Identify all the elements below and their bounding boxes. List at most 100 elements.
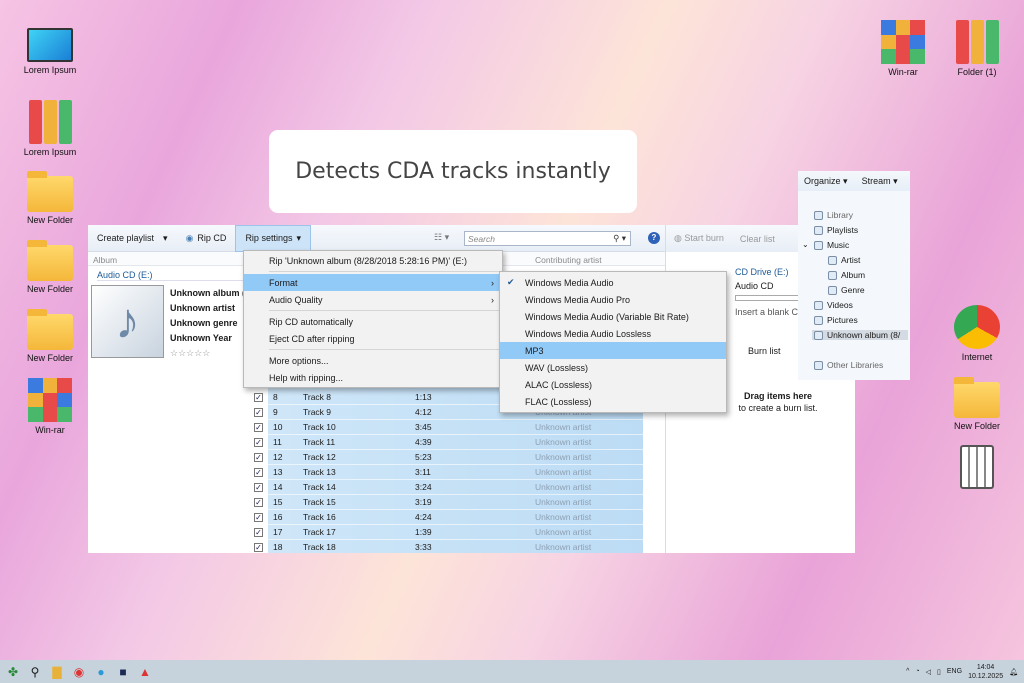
desktop-icon[interactable]: New Folder <box>15 237 85 294</box>
help-icon[interactable]: ? <box>648 232 660 244</box>
search-icon[interactable]: ⚲ <box>24 661 46 683</box>
track-title: Track 11 <box>303 437 336 447</box>
telegram-icon[interactable]: ● <box>90 661 112 683</box>
format-menu-item[interactable]: Windows Media Audio Pro <box>500 291 726 308</box>
nav-item[interactable]: Unknown album (8/ <box>812 330 908 340</box>
network-icon[interactable]: ◔ <box>915 668 919 675</box>
rip-settings-button[interactable]: Rip settings ▾ <box>235 225 311 252</box>
track-number: 17 <box>273 527 283 537</box>
track-checkbox[interactable]: ✓ <box>254 453 263 462</box>
rip-cd-button[interactable]: ◉ Rip CD <box>177 225 236 252</box>
format-menu-item[interactable]: Windows Media Audio Lossless <box>500 325 726 342</box>
table-row[interactable]: ✓ 17 Track 17 1:39 Unknown artist <box>248 525 643 540</box>
desktop-icon[interactable] <box>942 445 1012 492</box>
nav-item[interactable]: Playlists <box>814 225 858 235</box>
file-explorer-icon[interactable]: ▇ <box>46 661 68 683</box>
column-album[interactable]: Album <box>93 255 117 265</box>
burn-drop-zone[interactable]: Drag items here to create a burn list. <box>718 390 838 414</box>
track-checkbox[interactable]: ✓ <box>254 513 263 522</box>
organize-button[interactable]: Organize ▾ <box>804 176 848 187</box>
menu-separator <box>269 271 500 272</box>
track-title: Track 16 <box>303 512 336 522</box>
desktop-icon[interactable]: Lorem Ipsum <box>15 28 85 75</box>
track-checkbox[interactable]: ✓ <box>254 438 263 447</box>
format-menu-item[interactable]: ALAC (Lossless) <box>500 376 726 393</box>
desktop-icon[interactable]: New Folder <box>15 306 85 363</box>
track-checkbox[interactable]: ✓ <box>254 408 263 417</box>
table-row[interactable]: ✓ 16 Track 16 4:24 Unknown artist <box>248 510 643 525</box>
desktop-icon[interactable]: Win-rar <box>15 378 85 435</box>
nav-item[interactable]: Pictures <box>814 315 858 325</box>
track-checkbox[interactable]: ✓ <box>254 468 263 477</box>
photoshop-icon[interactable]: ■ <box>112 661 134 683</box>
nav-item[interactable]: Music <box>814 240 849 250</box>
track-checkbox[interactable]: ✓ <box>254 393 263 402</box>
table-row[interactable]: ✓ 15 Track 15 3:19 Unknown artist <box>248 495 643 510</box>
rip-menu-item[interactable]: Rip CD automatically <box>244 313 502 330</box>
desktop-icon[interactable]: New Folder <box>15 168 85 225</box>
track-checkbox[interactable]: ✓ <box>254 528 263 537</box>
chrome-icon[interactable]: ◉ <box>68 661 90 683</box>
desktop-icon[interactable]: Folder (1) <box>942 20 1012 77</box>
folder-icon <box>27 171 73 212</box>
search-input[interactable]: Search ⚲ ▾ <box>464 231 631 246</box>
desktop-icon[interactable]: Win-rar <box>868 20 938 77</box>
nav-item[interactable]: Library <box>814 210 853 220</box>
track-checkbox[interactable]: ✓ <box>254 543 263 552</box>
track-checkbox[interactable]: ✓ <box>254 498 263 507</box>
table-row[interactable]: ✓ 14 Track 14 3:24 Unknown artist <box>248 480 643 495</box>
battery-icon[interactable]: ▯ <box>937 668 941 676</box>
table-row[interactable]: ✓ 12 Track 12 5:23 Unknown artist <box>248 450 643 465</box>
stream-button[interactable]: Stream ▾ <box>862 176 898 187</box>
format-menu-item[interactable]: WAV (Lossless) <box>500 359 726 376</box>
table-row[interactable]: ✓ 10 Track 10 3:45 Unknown artist <box>248 420 643 435</box>
date: 10.12.2025 <box>968 672 1004 680</box>
rip-menu-item[interactable]: Eject CD after ripping <box>244 330 502 347</box>
format-menu-item[interactable]: FLAC (Lossless) <box>500 393 726 410</box>
nav-item[interactable]: Genre <box>828 285 865 295</box>
table-row[interactable]: ✓ 18 Track 18 3:33 Unknown artist <box>248 540 643 553</box>
rip-menu-item[interactable]: Audio Quality › <box>244 291 502 308</box>
track-checkbox[interactable]: ✓ <box>254 483 263 492</box>
nav-item[interactable]: Album <box>828 270 865 280</box>
nav-item[interactable]: Videos <box>814 300 853 310</box>
track-title: Track 9 <box>303 407 332 417</box>
search-icon[interactable]: ⚲ ▾ <box>613 233 626 244</box>
album-info: Unknown album ( Unknown artist Unknown g… <box>170 286 245 361</box>
track-checkbox[interactable]: ✓ <box>254 423 263 432</box>
speaker-icon[interactable]: ◁ <box>926 668 931 676</box>
album-art-music-note-icon: ♪ <box>91 285 164 358</box>
rip-menu-item[interactable]: Help with ripping... <box>244 369 502 386</box>
rip-menu-item[interactable]: Rip 'Unknown album (8/28/2018 5:28:16 PM… <box>244 252 502 269</box>
notification-bell-icon[interactable]: 🔔︎ <box>1009 668 1018 676</box>
chevron-down-icon: ▾ <box>296 232 301 243</box>
tray-chevron-icon[interactable]: ^ <box>906 668 909 675</box>
track-length: 3:45 <box>415 422 432 432</box>
format-menu-item[interactable]: ✔ Windows Media Audio <box>500 274 726 291</box>
start-icon[interactable]: ✤ <box>2 661 24 683</box>
create-playlist-button[interactable]: Create playlist ▾ <box>88 225 177 252</box>
app-icon[interactable]: ▲ <box>134 661 156 683</box>
language-indicator[interactable]: ENG <box>947 668 962 675</box>
rip-menu-item[interactable]: Format › <box>244 274 502 291</box>
expand-chevron-icon[interactable]: ⌄ <box>802 240 809 249</box>
format-menu-item[interactable]: Windows Media Audio (Variable Bit Rate) <box>500 308 726 325</box>
desktop-icon[interactable]: New Folder <box>942 374 1012 431</box>
rating-stars[interactable]: ☆☆☆☆☆ <box>170 346 245 361</box>
clear-list-button[interactable]: Clear list <box>740 234 775 244</box>
nav-item[interactable]: Other Libraries <box>814 360 883 370</box>
format-menu-item[interactable]: MP3 <box>500 342 726 359</box>
desktop-icon-label: Lorem Ipsum <box>23 147 77 157</box>
desktop-icon[interactable]: Internet <box>942 305 1012 362</box>
rip-menu-item[interactable]: More options... <box>244 352 502 369</box>
desktop-icon[interactable]: Lorem Ipsum <box>15 100 85 157</box>
view-options-icon[interactable]: ☷ ▾ <box>434 232 449 243</box>
track-title: Track 13 <box>303 467 336 477</box>
nav-item[interactable]: Artist <box>828 255 860 265</box>
folder-icon <box>27 240 73 281</box>
table-row[interactable]: ✓ 11 Track 11 4:39 Unknown artist <box>248 435 643 450</box>
clock[interactable]: 14:04 10.12.2025 <box>968 663 1003 681</box>
start-burn-button[interactable]: ◍ Start burn <box>674 233 724 244</box>
column-contributing-artist[interactable]: Contributing artist <box>535 255 602 265</box>
table-row[interactable]: ✓ 13 Track 13 3:11 Unknown artist <box>248 465 643 480</box>
